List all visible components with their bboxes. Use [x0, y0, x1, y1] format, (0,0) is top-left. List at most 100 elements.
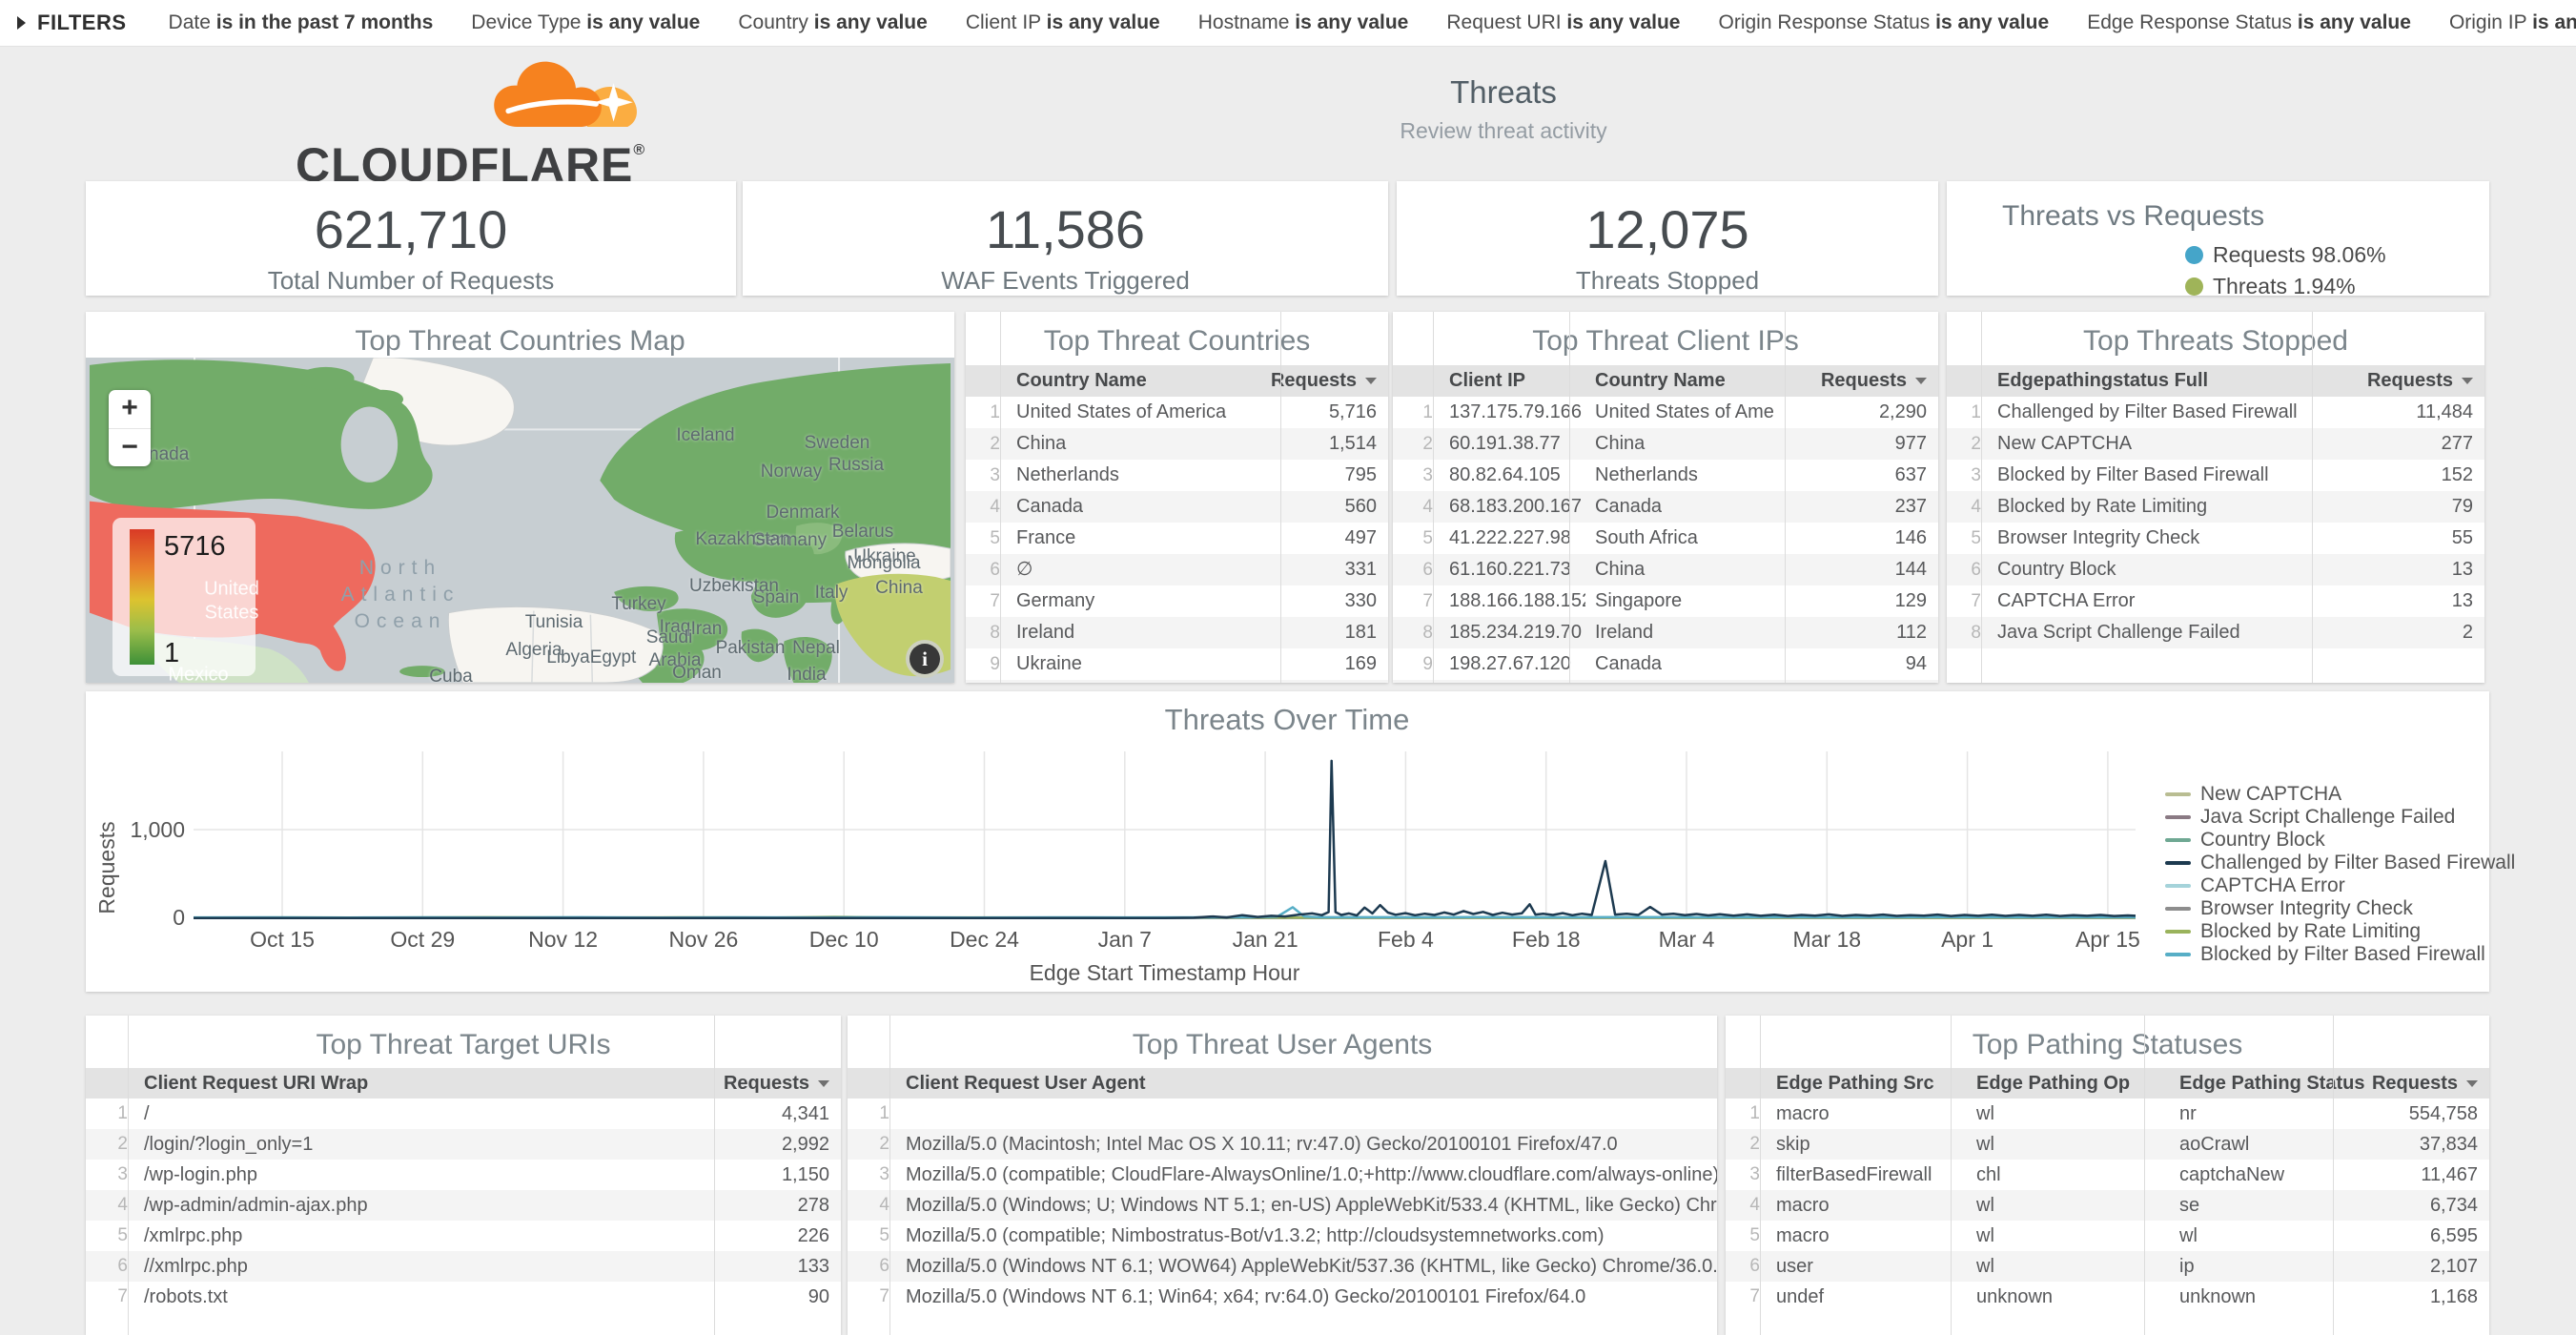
table-row[interactable]: 7188.166.188.152Singapore129 [1393, 585, 1938, 617]
filters-expand-icon[interactable] [17, 16, 26, 30]
filter-chip[interactable]: Origin IP is any value [2449, 11, 2576, 33]
column-header[interactable]: Requests [1269, 365, 1388, 397]
sort-caret-icon [1915, 378, 1927, 384]
filter-chip[interactable]: Hostname is any value [1198, 11, 1409, 33]
table-row[interactable]: 4Mozilla/5.0 (Windows; U; Windows NT 5.1… [848, 1190, 1717, 1221]
table-cell: ip [2170, 1251, 2368, 1282]
table-row[interactable]: 1Challenged by Filter Based Firewall11,4… [1947, 397, 2484, 428]
table-cell: 278 [703, 1190, 841, 1221]
column-header[interactable]: Requests [2300, 365, 2484, 397]
map-zoom-out-button[interactable]: − [109, 429, 151, 467]
table-row[interactable]: 661.160.221.73China144 [1393, 554, 1938, 585]
table-row[interactable]: 1137.175.79.166United States of America2… [1393, 397, 1938, 428]
filter-chip[interactable]: Origin Response Status is any value [1719, 11, 2050, 33]
table-row[interactable]: 4Blocked by Rate Limiting79 [1947, 491, 2484, 523]
table-cell: /robots.txt [134, 1282, 703, 1312]
column-header[interactable]: Requests [2368, 1068, 2489, 1099]
table-cell: wl [1967, 1099, 2170, 1129]
table-cell: //xmlrpc.php [134, 1251, 703, 1282]
table-row[interactable]: 9198.27.67.120Canada94 [1393, 648, 1938, 680]
table-row[interactable]: 7Mozilla/5.0 (Windows NT 6.1; Win64; x64… [848, 1282, 1717, 1312]
table-row[interactable]: 2skipwlaoCrawl37,834 [1726, 1129, 2489, 1160]
table-row[interactable]: 8185.234.219.70Ireland112 [1393, 617, 1938, 648]
table-row[interactable]: 3Mozilla/5.0 (compatible; CloudFlare-Alw… [848, 1160, 1717, 1190]
table-row[interactable]: 6Country Block13 [1947, 554, 2484, 585]
table-row[interactable]: 7/robots.txt90 [86, 1282, 841, 1312]
table-row[interactable]: 6userwlip2,107 [1726, 1251, 2489, 1282]
table-row[interactable]: 1United States of America5,716 [966, 397, 1388, 428]
table-row[interactable]: 2/login/?login_only=12,992 [86, 1129, 841, 1160]
table-row[interactable]: 5Browser Integrity Check55 [1947, 523, 2484, 554]
table-row[interactable]: 260.191.38.77China977 [1393, 428, 1938, 460]
table-row[interactable]: 1 [848, 1099, 1717, 1129]
table-cell: 112 [1773, 617, 1938, 648]
table-row[interactable]: 3/wp-login.php1,150 [86, 1160, 841, 1190]
top-pathing-statuses-card: Top Pathing Statuses Edge Pathing SrcEdg… [1726, 1016, 2489, 1335]
table-cell: skip [1767, 1129, 1967, 1160]
table-row[interactable]: 7undefunknownunknown1,168 [1726, 1282, 2489, 1312]
table-cell: Blocked by Filter Based Firewall [1988, 460, 2300, 491]
column-header: Edgepathingstatus Full [1988, 365, 2300, 397]
legend-line-icon [2165, 838, 2191, 842]
table-row[interactable]: 6//xmlrpc.php133 [86, 1251, 841, 1282]
column-header[interactable]: Requests [1773, 365, 1938, 397]
table-cell: 133 [703, 1251, 841, 1282]
table-row[interactable]: 2New CAPTCHA277 [1947, 428, 2484, 460]
table-row[interactable]: 1061.160.247.127China89 [1393, 680, 1938, 683]
table-row[interactable]: 5macrowlwl6,595 [1726, 1221, 2489, 1251]
table-row[interactable]: 7CAPTCHA Error13 [1947, 585, 2484, 617]
column-header: Edge Pathing Op [1967, 1068, 2170, 1099]
table-row[interactable]: 5France497 [966, 523, 1388, 554]
table-row[interactable]: 5Mozilla/5.0 (compatible; Nimbostratus-B… [848, 1221, 1717, 1251]
table-cell: wl [1967, 1129, 2170, 1160]
table-row[interactable]: 468.183.200.167Canada237 [1393, 491, 1938, 523]
card-title: Top Threat Target URIs [86, 1016, 841, 1061]
table-row[interactable]: 3filterBasedFirewallchlcaptchaNew11,467 [1726, 1160, 2489, 1190]
map-country-label: Nepal [792, 638, 840, 659]
table-row[interactable]: 1/4,341 [86, 1099, 841, 1129]
table-row[interactable]: 3Blocked by Filter Based Firewall152 [1947, 460, 2484, 491]
legend-line-icon [2165, 953, 2191, 956]
table-row[interactable]: 6Mozilla/5.0 (Windows NT 6.1; WOW64) App… [848, 1251, 1717, 1282]
table-row[interactable]: 7Germany330 [966, 585, 1388, 617]
chart-legend-item: Blocked by Rate Limiting [2165, 920, 2515, 943]
table-cell: macro [1767, 1221, 1967, 1251]
filter-chip[interactable]: Client IP is any value [966, 11, 1160, 33]
filter-chip[interactable]: Request URI is any value [1446, 11, 1680, 33]
filters-label[interactable]: FILTERS [37, 10, 127, 35]
table-cell [896, 1099, 1717, 1129]
map-zoom-in-button[interactable]: + [109, 390, 151, 429]
table-row[interactable]: 2China1,514 [966, 428, 1388, 460]
table-cell: / [134, 1099, 703, 1129]
table-row[interactable]: 6∅331 [966, 554, 1388, 585]
table-row[interactable]: 541.222.227.98South Africa146 [1393, 523, 1938, 554]
table-cell: /wp-admin/admin-ajax.php [134, 1190, 703, 1221]
table-header-row: Client IPCountry NameRequests [1393, 365, 1938, 397]
dashboard-page: FILTERS Date is in the past 7 months Devi… [0, 0, 2576, 1335]
table-row[interactable]: 2Mozilla/5.0 (Macintosh; Intel Mac OS X … [848, 1129, 1717, 1160]
map-info-button[interactable]: i [906, 640, 944, 678]
table-row[interactable]: 10Singapore158 [966, 680, 1388, 683]
table-cell: 68.183.200.167 [1440, 491, 1585, 523]
column-header[interactable]: Requests [703, 1068, 841, 1099]
svg-text:Mar 18: Mar 18 [1793, 927, 1862, 952]
table-header-row: Client Request User Agent [848, 1068, 1717, 1099]
filter-chip[interactable]: Device Type is any value [471, 11, 700, 33]
filter-chip[interactable]: Edge Response Status is any value [2087, 11, 2411, 33]
column-header: Edge Pathing Src [1767, 1068, 1967, 1099]
table-row[interactable]: 3Netherlands795 [966, 460, 1388, 491]
table-row[interactable]: 5/xmlrpc.php226 [86, 1221, 841, 1251]
threat-countries-map[interactable]: CanadaUnitedStatesMexicoCubaIcelandSwede… [86, 358, 954, 683]
table-row[interactable]: 8Java Script Challenge Failed2 [1947, 617, 2484, 648]
filter-chip[interactable]: Country is any value [738, 11, 927, 33]
filter-chip[interactable]: Date is in the past 7 months [169, 11, 434, 33]
svg-text:1,000: 1,000 [130, 817, 185, 842]
table-row[interactable]: 8Ireland181 [966, 617, 1388, 648]
table-row[interactable]: 1macrowlnr554,758 [1726, 1099, 2489, 1129]
table-row[interactable]: 4macrowlse6,734 [1726, 1190, 2489, 1221]
table-row[interactable]: 4Canada560 [966, 491, 1388, 523]
table-row[interactable]: 380.82.64.105Netherlands637 [1393, 460, 1938, 491]
table-cell: 560 [1269, 491, 1388, 523]
table-row[interactable]: 9Ukraine169 [966, 648, 1388, 680]
table-row[interactable]: 4/wp-admin/admin-ajax.php278 [86, 1190, 841, 1221]
